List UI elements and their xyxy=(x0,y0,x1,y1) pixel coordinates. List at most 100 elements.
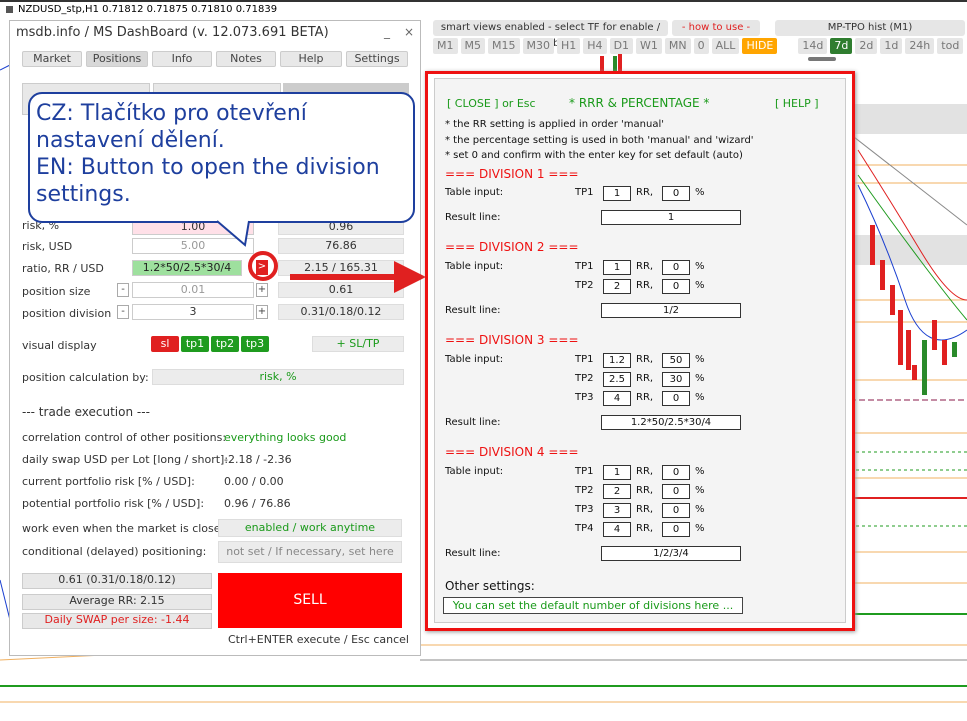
trade-exec-heading: --- trade execution --- xyxy=(22,405,150,419)
calc-by-select[interactable]: risk, % xyxy=(152,369,404,385)
callout-en: EN: Button to open the division settings… xyxy=(36,155,380,207)
popup-close-button[interactable]: [ CLOSE ] or Esc xyxy=(447,97,536,110)
division-4-table-label: Table input: xyxy=(445,466,504,477)
tf-hide[interactable]: HIDE xyxy=(742,38,778,54)
div2-tp2-rr[interactable]: 2 xyxy=(603,279,631,294)
close-button[interactable]: × xyxy=(404,25,414,39)
div4-tp4-rr[interactable]: 4 xyxy=(603,522,631,537)
div4-tp1-pct[interactable]: 0 xyxy=(662,465,690,480)
div4-tp2-label: TP2 xyxy=(575,485,594,496)
tab-positions[interactable]: Positions xyxy=(86,51,148,67)
visual-tp1-chip[interactable]: tp1 xyxy=(181,336,209,352)
tf-d1[interactable]: D1 xyxy=(609,38,634,54)
division-2-result: 1/2 xyxy=(601,303,741,318)
position-size-plus[interactable]: + xyxy=(256,283,268,297)
tf-w1[interactable]: W1 xyxy=(636,38,662,54)
div1-tp1-rr[interactable]: 1 xyxy=(603,186,631,201)
tf-7d[interactable]: 7d xyxy=(830,38,853,54)
swap-value: -2.18 / -2.36 xyxy=(224,453,292,466)
position-division-input[interactable]: 3 xyxy=(132,304,254,320)
division-4-result-label: Result line: xyxy=(445,548,501,559)
div2-tp1-pct[interactable]: 0 xyxy=(662,260,690,275)
other-settings-label: Other settings: xyxy=(445,579,535,593)
tf-1d[interactable]: 1d xyxy=(880,38,903,54)
div3-tp1-pct[interactable]: 50 xyxy=(662,353,690,368)
div4-pct-label-3: % xyxy=(695,504,705,515)
div1-pct-label: % xyxy=(695,187,705,198)
potential-risk-label: potential portfolio risk [% / USD]: xyxy=(22,497,205,510)
tf-2d[interactable]: 2d xyxy=(855,38,878,54)
division-2-result-label: Result line: xyxy=(445,305,501,316)
div4-pct-label-4: % xyxy=(695,523,705,534)
div4-tp1-label: TP1 xyxy=(575,466,594,477)
tf-h4[interactable]: H4 xyxy=(583,38,607,54)
tf-all[interactable]: ALL xyxy=(711,38,740,54)
tf-0[interactable]: 0 xyxy=(693,38,709,54)
mp-tpo-tab[interactable]: MP-TPO hist (M1) xyxy=(775,20,965,36)
div4-tp1-rr[interactable]: 1 xyxy=(603,465,631,480)
tf-h1[interactable]: H1 xyxy=(557,38,581,54)
div3-tp2-pct[interactable]: 30 xyxy=(662,372,690,387)
callout-cz: CZ: Tlačítko pro otevření nastavení děle… xyxy=(36,101,307,153)
division-3-title: === DIVISION 3 === xyxy=(445,333,579,347)
div2-tp2-pct[interactable]: 0 xyxy=(662,279,690,294)
add-sltp-button[interactable]: + SL/TP xyxy=(312,336,404,352)
position-size-minus[interactable]: - xyxy=(117,283,129,297)
tf-tod[interactable]: tod xyxy=(937,38,964,54)
visual-tp3-chip[interactable]: tp3 xyxy=(241,336,269,352)
how-to-use-tab[interactable]: - how to use - xyxy=(672,20,760,36)
visual-tp2-chip[interactable]: tp2 xyxy=(211,336,239,352)
tf-24h[interactable]: 24h xyxy=(905,38,935,54)
div3-tp3-rr[interactable]: 4 xyxy=(603,391,631,406)
div4-tp3-pct[interactable]: 0 xyxy=(662,503,690,518)
div3-tp1-rr[interactable]: 1.2 xyxy=(603,353,631,368)
visual-sl-chip[interactable]: sl xyxy=(151,336,179,352)
div3-tp2-rr[interactable]: 2.5 xyxy=(603,372,631,387)
popup-help-button[interactable]: [ HELP ] xyxy=(775,97,819,110)
div3-tp3-pct[interactable]: 0 xyxy=(662,391,690,406)
tab-market[interactable]: Market xyxy=(22,51,82,67)
div4-tp3-label: TP3 xyxy=(575,504,594,515)
div2-pct-label-1: % xyxy=(695,261,705,272)
tab-info[interactable]: Info xyxy=(152,51,212,67)
tab-help[interactable]: Help xyxy=(280,51,342,67)
div4-tp2-rr[interactable]: 2 xyxy=(603,484,631,499)
tab-settings[interactable]: Settings xyxy=(346,51,408,67)
tf-scroll-indicator xyxy=(808,57,836,61)
smart-views-tab[interactable]: smart views enabled - select TF for enab… xyxy=(433,20,668,49)
tf-mn[interactable]: MN xyxy=(664,38,691,54)
closed-market-toggle[interactable]: enabled / work anytime xyxy=(218,519,402,537)
position-division-minus[interactable]: - xyxy=(117,305,129,319)
position-division-result: 0.31/0.18/0.12 xyxy=(278,304,404,320)
division-1-result: 1 xyxy=(601,210,741,225)
minimize-button[interactable]: _ xyxy=(384,25,390,39)
division-2-table-label: Table input: xyxy=(445,261,504,272)
tf-m30[interactable]: M30 xyxy=(522,38,554,54)
div4-pct-label-1: % xyxy=(695,466,705,477)
popup-inner: [ CLOSE ] or Esc * RRR & PERCENTAGE * [ … xyxy=(434,78,846,623)
div4-tp2-pct[interactable]: 0 xyxy=(662,484,690,499)
div2-tp1-rr[interactable]: 1 xyxy=(603,260,631,275)
division-1-result-label: Result line: xyxy=(445,212,501,223)
div4-pct-label-2: % xyxy=(695,485,705,496)
tf-m15[interactable]: M15 xyxy=(488,38,520,54)
div4-tp3-rr[interactable]: 3 xyxy=(603,503,631,518)
tab-notes[interactable]: Notes xyxy=(216,51,276,67)
tf-m5[interactable]: M5 xyxy=(460,38,485,54)
sell-button[interactable]: SELL xyxy=(218,573,402,628)
tf-14d[interactable]: 14d xyxy=(798,38,828,54)
tf-m1[interactable]: M1 xyxy=(433,38,458,54)
div2-tp1-label: TP1 xyxy=(575,261,594,272)
div3-rr-label-2: RR, xyxy=(636,373,654,384)
position-division-plus[interactable]: + xyxy=(256,305,268,319)
div2-rr-label-2: RR, xyxy=(636,280,654,291)
div4-tp4-pct[interactable]: 0 xyxy=(662,522,690,537)
default-divisions-button[interactable]: You can set the default number of divisi… xyxy=(443,597,743,614)
position-size-input[interactable]: 0.01 xyxy=(132,282,254,298)
div3-tp1-label: TP1 xyxy=(575,354,594,365)
calc-by-label: position calculation by: xyxy=(22,371,149,384)
div1-tp1-pct[interactable]: 0 xyxy=(662,186,690,201)
ratio-input[interactable]: 1.2*50/2.5*30/4 xyxy=(132,260,242,276)
delayed-button[interactable]: not set / If necessary, set here xyxy=(218,541,402,563)
summary-daily-swap: Daily SWAP per size: -1.44 xyxy=(22,613,212,629)
